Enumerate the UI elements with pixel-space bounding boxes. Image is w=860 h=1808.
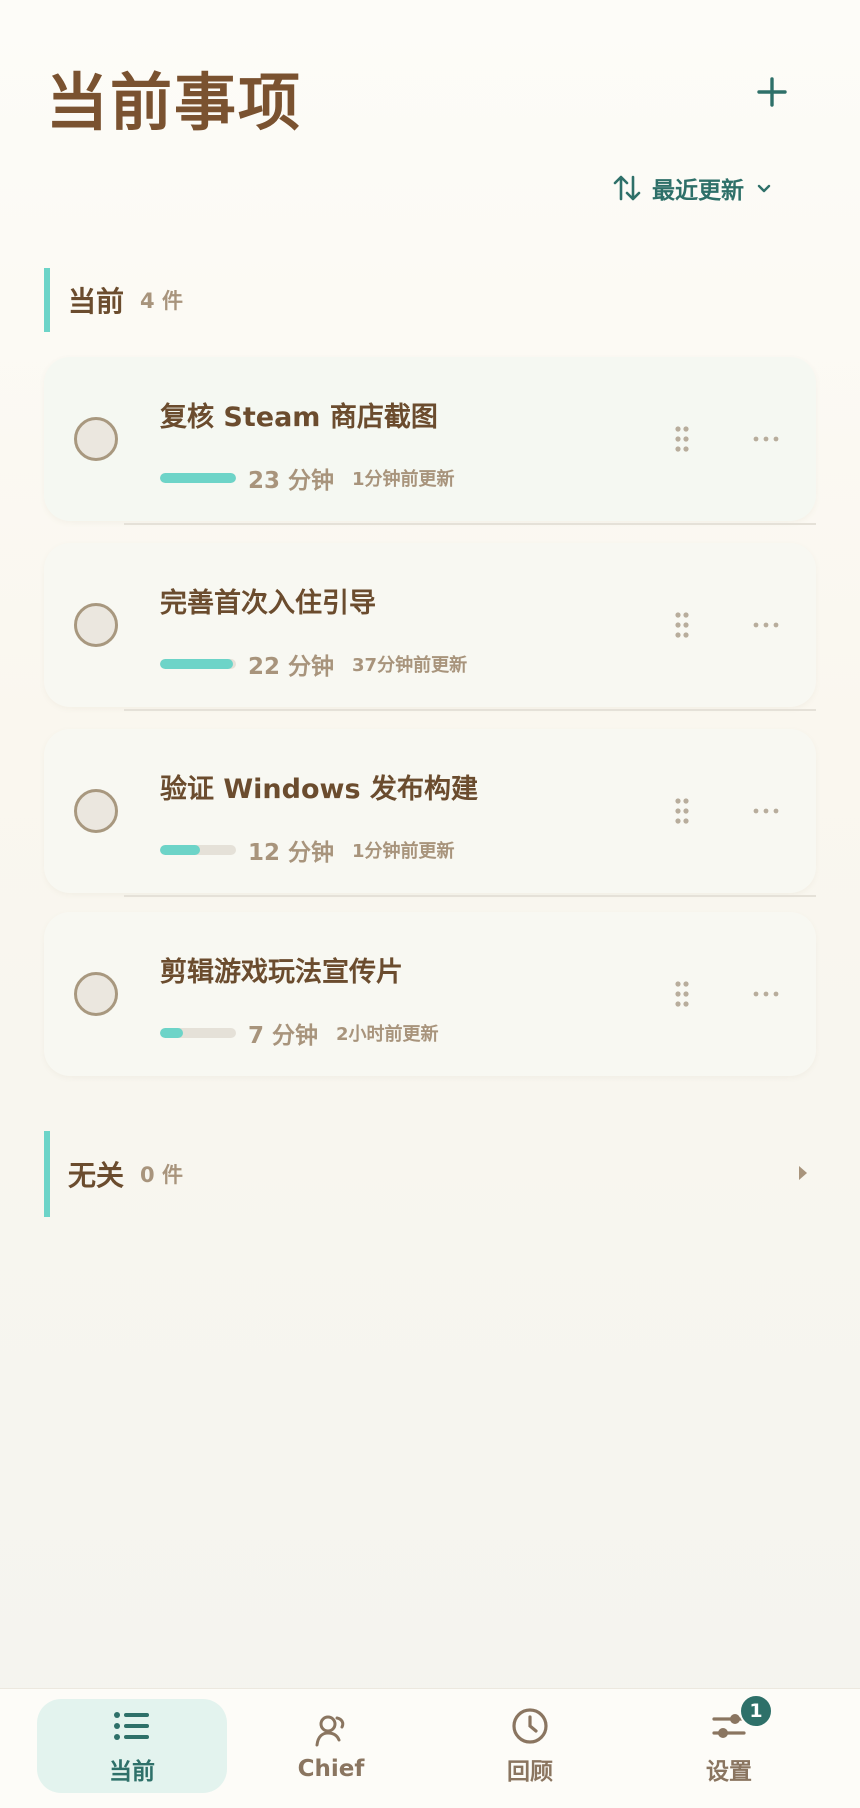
progress-fill	[160, 473, 236, 483]
tab-chief[interactable]: Chief	[236, 1699, 426, 1793]
card-divider	[124, 523, 816, 525]
sort-button[interactable]: 最近更新	[612, 166, 774, 210]
caret-right-icon[interactable]	[796, 1163, 810, 1183]
chief-icon	[311, 1710, 351, 1750]
complete-checkbox[interactable]	[74, 417, 118, 461]
tab-label: Chief	[297, 1756, 365, 1782]
plus-icon	[757, 77, 787, 107]
clock-icon	[510, 1706, 550, 1746]
card-divider	[124, 709, 816, 711]
section-count: 0 件	[140, 1163, 183, 1187]
task-card[interactable]: 复核 Steam 商店截图 23 分钟 1分钟前更新	[44, 357, 816, 525]
task-duration: 12 分钟	[248, 840, 335, 866]
progress-bar	[160, 659, 236, 669]
progress-fill	[160, 659, 233, 669]
page-title: 当前事项	[46, 66, 303, 139]
progress-fill	[160, 1028, 183, 1038]
task-updated: 1分钟前更新	[352, 841, 455, 862]
section-count: 4 件	[140, 289, 183, 313]
section-title: 当前	[68, 285, 125, 318]
more-options-button[interactable]	[744, 421, 788, 457]
ellipsis-icon	[753, 991, 779, 997]
more-options-button[interactable]	[744, 793, 788, 829]
task-card[interactable]: 剪辑游戏玩法宣传片 7 分钟 2小时前更新	[44, 912, 816, 1076]
tab-label: 回顾	[507, 1759, 553, 1785]
tab-label: 设置	[706, 1759, 752, 1785]
sort-label: 最近更新	[652, 178, 744, 204]
drag-handle[interactable]	[666, 793, 698, 829]
tab-current[interactable]: 当前	[37, 1699, 227, 1793]
task-title: 验证 Windows 发布构建	[160, 774, 478, 805]
card-divider	[124, 895, 816, 897]
task-card[interactable]: 完善首次入住引导 22 分钟 37分钟前更新	[44, 543, 816, 711]
sort-icon	[613, 175, 641, 201]
notification-badge: 1	[739, 1694, 773, 1728]
section-unrelated-header[interactable]: 无关 0 件	[44, 1131, 183, 1217]
chevron-down-icon	[757, 184, 771, 193]
task-updated: 37分钟前更新	[352, 655, 468, 676]
bottom-tab-bar: 当前 Chief 回顾 1 设置	[0, 1688, 860, 1808]
task-meta: 23 分钟 1分钟前更新	[160, 461, 455, 495]
drag-handle[interactable]	[666, 607, 698, 643]
ellipsis-icon	[753, 622, 779, 628]
progress-bar	[160, 473, 236, 483]
progress-fill	[160, 845, 200, 855]
task-duration: 7 分钟	[248, 1023, 319, 1049]
complete-checkbox[interactable]	[74, 972, 118, 1016]
task-duration: 23 分钟	[248, 468, 335, 494]
progress-bar	[160, 1028, 236, 1038]
section-current-header[interactable]: 当前 4 件	[44, 268, 183, 332]
drag-dots-icon	[675, 612, 689, 638]
drag-dots-icon	[675, 426, 689, 452]
task-title: 剪辑游戏玩法宣传片	[160, 957, 403, 988]
section-title: 无关	[68, 1159, 125, 1192]
more-options-button[interactable]	[744, 976, 788, 1012]
tab-settings[interactable]: 1 设置	[634, 1694, 824, 1793]
drag-handle[interactable]	[666, 421, 698, 457]
task-duration: 22 分钟	[248, 654, 335, 680]
sliders-icon: 1	[709, 1694, 773, 1746]
drag-dots-icon	[675, 981, 689, 1007]
task-updated: 1分钟前更新	[352, 469, 455, 490]
drag-dots-icon	[675, 798, 689, 824]
task-meta: 12 分钟 1分钟前更新	[160, 833, 455, 867]
complete-checkbox[interactable]	[74, 603, 118, 647]
drag-handle[interactable]	[666, 976, 698, 1012]
task-meta: 22 分钟 37分钟前更新	[160, 647, 467, 681]
add-task-button[interactable]	[748, 68, 796, 116]
ellipsis-icon	[753, 808, 779, 814]
task-title: 复核 Steam 商店截图	[160, 402, 438, 433]
task-title: 完善首次入住引导	[160, 588, 376, 619]
tab-review[interactable]: 回顾	[435, 1699, 625, 1793]
ellipsis-icon	[753, 436, 779, 442]
list-icon	[112, 1706, 152, 1746]
complete-checkbox[interactable]	[74, 789, 118, 833]
more-options-button[interactable]	[744, 607, 788, 643]
tab-label: 当前	[109, 1759, 155, 1785]
task-card[interactable]: 验证 Windows 发布构建 12 分钟 1分钟前更新	[44, 729, 816, 897]
task-meta: 7 分钟 2小时前更新	[160, 1016, 439, 1050]
task-updated: 2小时前更新	[336, 1024, 439, 1045]
progress-bar	[160, 845, 236, 855]
